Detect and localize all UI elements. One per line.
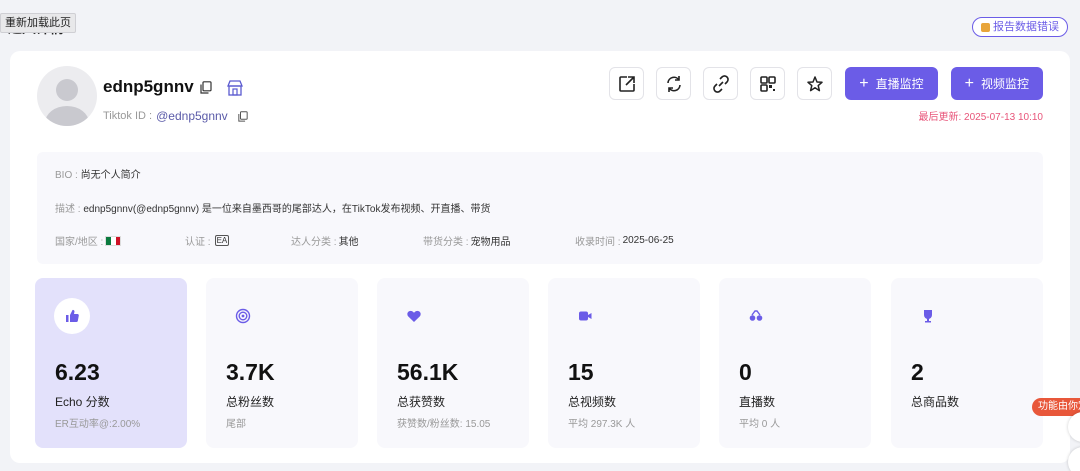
bio-row: BIO : 尚无个人简介: [55, 166, 141, 181]
stat-videos[interactable]: 15 总视频数 平均 297.3K 人: [548, 278, 700, 448]
meta-row: 国家/地区 : 认证 : EA 达人分类 : 其他 带货分类 : 宠物用品 收录…: [55, 233, 1015, 248]
collected-value: 2025-06-25: [622, 235, 674, 246]
report-icon: [981, 22, 990, 32]
refresh-icon: [666, 75, 681, 92]
category-label: 达人分类 :: [291, 237, 337, 248]
page-header: 达人详情 重新加载此页 报告数据错误: [0, 0, 1080, 50]
report-error-label: 报告数据错误: [993, 21, 1059, 33]
video-monitor-label: 视频监控: [980, 77, 1029, 91]
stat-sub: ER互动率@:2.00%: [55, 419, 141, 430]
shop-icon[interactable]: [225, 78, 245, 98]
report-error-button[interactable]: 报告数据错误: [972, 17, 1068, 37]
stat-value: 6.23: [55, 359, 100, 385]
link-icon: [712, 74, 729, 93]
plus-icon: +: [964, 74, 974, 92]
stat-value: 2: [911, 359, 924, 385]
country-label: 国家/地区 :: [55, 237, 104, 248]
goods-label: 带货分类 :: [423, 237, 469, 248]
stat-followers[interactable]: 3.7K 总粉丝数 尾部: [206, 278, 358, 448]
target-icon: [225, 298, 261, 334]
stat-sub: 平均 297.3K 人: [568, 419, 636, 430]
reload-tooltip: 重新加载此页: [0, 13, 76, 33]
video-monitor-button[interactable]: + 视频监控: [950, 67, 1043, 100]
copy-icon[interactable]: [200, 80, 212, 94]
stat-likes[interactable]: 56.1K 总获赞数 获赞数/粉丝数: 15.05: [377, 278, 529, 448]
link-button[interactable]: [703, 67, 739, 100]
qrcode-icon: [759, 75, 776, 92]
open-external-button[interactable]: [609, 67, 645, 100]
star-icon: [807, 75, 823, 91]
live-monitor-label: 直播监控: [875, 77, 924, 91]
live-icon: [738, 298, 774, 334]
plus-icon: +: [859, 74, 869, 92]
stat-label: 总粉丝数: [226, 395, 275, 409]
cert-label: 认证 :: [185, 237, 211, 248]
collected-item: 收录时间 : 2025-06-25: [575, 233, 674, 248]
action-buttons: + 直播监控 + 视频监控: [609, 67, 1043, 100]
profile-card: ednp5gnnv Tiktok ID : @ednp5gnnv + 直播监控 …: [10, 51, 1070, 463]
stat-products[interactable]: 2 总商品数: [891, 278, 1043, 448]
goods-value: 宠物用品: [470, 237, 511, 248]
bio-value: 尚无个人简介: [80, 170, 141, 181]
stat-value: 0: [739, 359, 752, 385]
stat-label: 直播数: [739, 395, 776, 409]
feature-feedback-badge[interactable]: 功能由你定: [1032, 398, 1080, 416]
stat-echo-score[interactable]: 6.23 Echo 分数 ER互动率@:2.00%: [35, 278, 187, 448]
last-update: 最后更新: 2025-07-13 10:10: [918, 112, 1043, 123]
tiktok-id-label: Tiktok ID :: [103, 110, 153, 122]
collected-label: 收录时间 :: [575, 237, 621, 248]
bio-label: BIO :: [55, 170, 78, 181]
live-monitor-button[interactable]: + 直播监控: [845, 67, 938, 100]
desc-value: ednp5gnnv(@ednp5gnnv) 是一位来自墨西哥的尾部达人，在Tik…: [83, 204, 491, 215]
thumbs-up-icon: [54, 298, 90, 334]
goods-item: 带货分类 : 宠物用品: [423, 233, 511, 248]
username: ednp5gnnv: [103, 77, 212, 97]
qrcode-button[interactable]: [750, 67, 786, 100]
refresh-button[interactable]: [656, 67, 692, 100]
favorite-button[interactable]: [797, 67, 833, 100]
tiktok-id: Tiktok ID : @ednp5gnnv: [103, 109, 248, 123]
video-icon: [567, 298, 603, 334]
stat-label: 总商品数: [911, 395, 960, 409]
stat-sub: 获赞数/粉丝数: 15.05: [397, 419, 491, 430]
info-panel: BIO : 尚无个人简介 描述 : ednp5gnnv(@ednp5gnnv) …: [37, 152, 1043, 264]
stat-value: 15: [568, 359, 594, 385]
category-value: 其他: [338, 237, 359, 248]
stat-lives[interactable]: 0 直播数 平均 0 人: [719, 278, 871, 448]
stat-sub: 尾部: [226, 419, 246, 430]
stats-row: 6.23 Echo 分数 ER互动率@:2.00% 3.7K 总粉丝数 尾部 5…: [35, 278, 1045, 448]
external-link-icon: [618, 75, 635, 92]
copy-icon[interactable]: [238, 110, 248, 122]
stat-label: 总获赞数: [397, 395, 446, 409]
cert-badge: EA: [214, 235, 230, 246]
tiktok-handle: @ednp5gnnv: [156, 109, 228, 123]
trophy-icon: [910, 298, 946, 334]
cert-item: 认证 : EA: [185, 233, 230, 248]
avatar: [37, 66, 97, 126]
description-row: 描述 : ednp5gnnv(@ednp5gnnv) 是一位来自墨西哥的尾部达人…: [55, 200, 490, 215]
heart-icon: [396, 298, 432, 334]
category-item: 达人分类 : 其他: [291, 233, 359, 248]
stat-sub: 平均 0 人: [739, 419, 781, 430]
stat-label: 总视频数: [568, 395, 617, 409]
stat-value: 56.1K: [397, 359, 459, 385]
stat-label: Echo 分数: [55, 395, 110, 409]
country-item: 国家/地区 :: [55, 233, 122, 248]
username-text: ednp5gnnv: [103, 77, 194, 96]
stat-value: 3.7K: [226, 359, 275, 385]
desc-label: 描述 :: [55, 204, 81, 215]
mexico-flag-icon: [105, 235, 122, 246]
